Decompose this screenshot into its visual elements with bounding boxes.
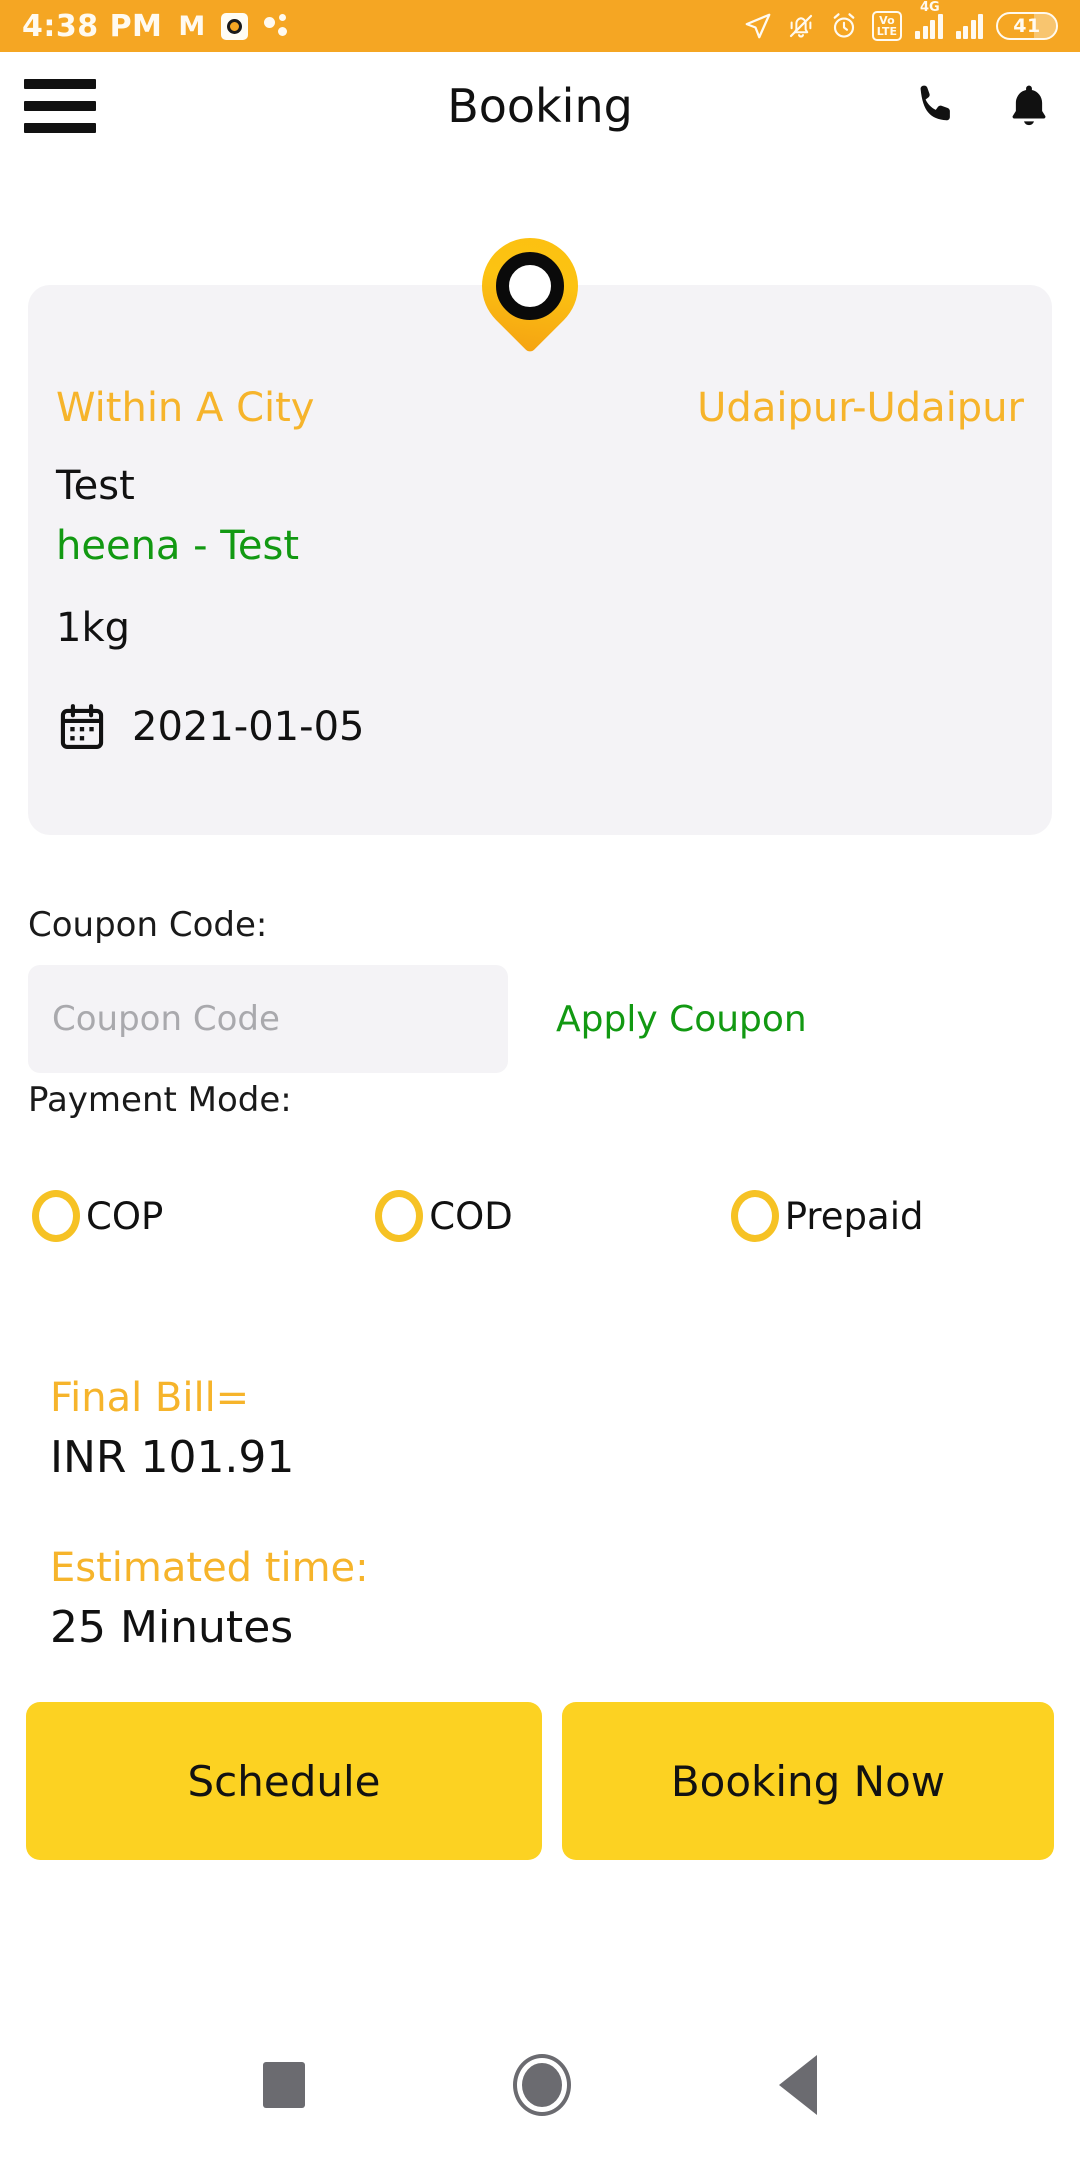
payment-mode-options: COP COD Prepaid	[22, 1190, 1062, 1242]
booking-date-row: 2021-01-05	[56, 700, 364, 754]
app-bar: Booking	[0, 52, 1080, 160]
hamburger-icon[interactable]	[24, 79, 96, 133]
booking-now-button[interactable]: Booking Now	[562, 1702, 1054, 1860]
page-title: Booking	[447, 79, 633, 133]
payment-option-cod-label: COD	[429, 1194, 513, 1238]
payment-option-prepaid[interactable]: Prepaid	[730, 1190, 924, 1242]
gmail-icon: M	[178, 10, 206, 42]
coupon-code-label: Coupon Code:	[28, 905, 268, 945]
bell-icon[interactable]	[1004, 80, 1054, 132]
circle-home-icon[interactable]	[513, 2054, 571, 2116]
final-bill-value: INR 101.91	[50, 1432, 295, 1483]
signal-icon	[955, 13, 983, 39]
status-bar-right: Vo LTE 4G 41	[743, 0, 1058, 41]
battery-level: 41	[1013, 15, 1041, 37]
schedule-button[interactable]: Schedule	[26, 1702, 542, 1860]
package-weight: 1kg	[56, 605, 131, 651]
signal-4g-icon: 4G	[915, 0, 943, 39]
triangle-back-icon[interactable]	[779, 2055, 817, 2115]
phone-icon[interactable]	[910, 80, 962, 132]
status-bar: 4:38 PM M Vo LTE 4G 41	[0, 0, 1080, 52]
alarm-icon	[833, 13, 855, 38]
payment-option-cop-label: COP	[86, 1194, 164, 1238]
card-header-row: Within A City Udaipur-Udaipur	[56, 385, 1024, 431]
signal-bars-primary	[915, 13, 943, 39]
sender-line: heena - Test	[56, 523, 300, 569]
app-icon	[221, 12, 249, 40]
status-time: 4:38 PM	[22, 8, 163, 44]
square-recents-icon[interactable]	[263, 2062, 305, 2108]
radio-cod[interactable]	[375, 1190, 424, 1242]
action-button-row: Schedule Booking Now	[26, 1702, 1054, 1860]
booking-summary-card: Within A City Udaipur-Udaipur Test heena…	[28, 285, 1052, 835]
phone-screen: 4:38 PM M Vo LTE 4G 41 Booking Within A …	[0, 0, 1080, 2160]
radio-prepaid[interactable]	[730, 1190, 779, 1242]
location-arrow-icon	[745, 13, 771, 39]
payment-mode-label: Payment Mode:	[28, 1080, 292, 1120]
map-pin-icon	[462, 218, 598, 354]
booking-date: 2021-01-05	[132, 704, 365, 750]
volte-icon: Vo LTE	[871, 11, 902, 41]
estimated-time-value: 25 Minutes	[50, 1602, 294, 1653]
coupon-row: Apply Coupon	[28, 965, 1052, 1073]
estimated-time-label: Estimated time:	[50, 1545, 369, 1591]
android-nav-bar	[0, 2010, 1080, 2160]
radio-cop[interactable]	[32, 1190, 80, 1242]
coupon-code-input[interactable]	[28, 965, 508, 1073]
dots-icon	[264, 13, 290, 39]
payment-option-cop[interactable]: COP	[32, 1190, 163, 1242]
network-type-label: 4G	[920, 0, 940, 15]
apply-coupon-button[interactable]: Apply Coupon	[556, 999, 807, 1040]
receiver-name: Test	[56, 463, 135, 509]
bell-muted-icon	[789, 14, 812, 38]
final-bill-label: Final Bill=	[50, 1375, 250, 1421]
payment-option-prepaid-label: Prepaid	[784, 1194, 924, 1238]
calendar-icon	[60, 704, 104, 749]
battery-icon: 41	[996, 12, 1058, 40]
app-bar-actions	[910, 80, 1054, 132]
route-label: Udaipur-Udaipur	[697, 385, 1024, 431]
volte-bottom-text: LTE	[876, 25, 897, 38]
payment-option-cod[interactable]: COD	[375, 1190, 513, 1242]
service-type-label: Within A City	[56, 385, 315, 431]
status-bar-left: 4:38 PM M	[22, 9, 290, 44]
